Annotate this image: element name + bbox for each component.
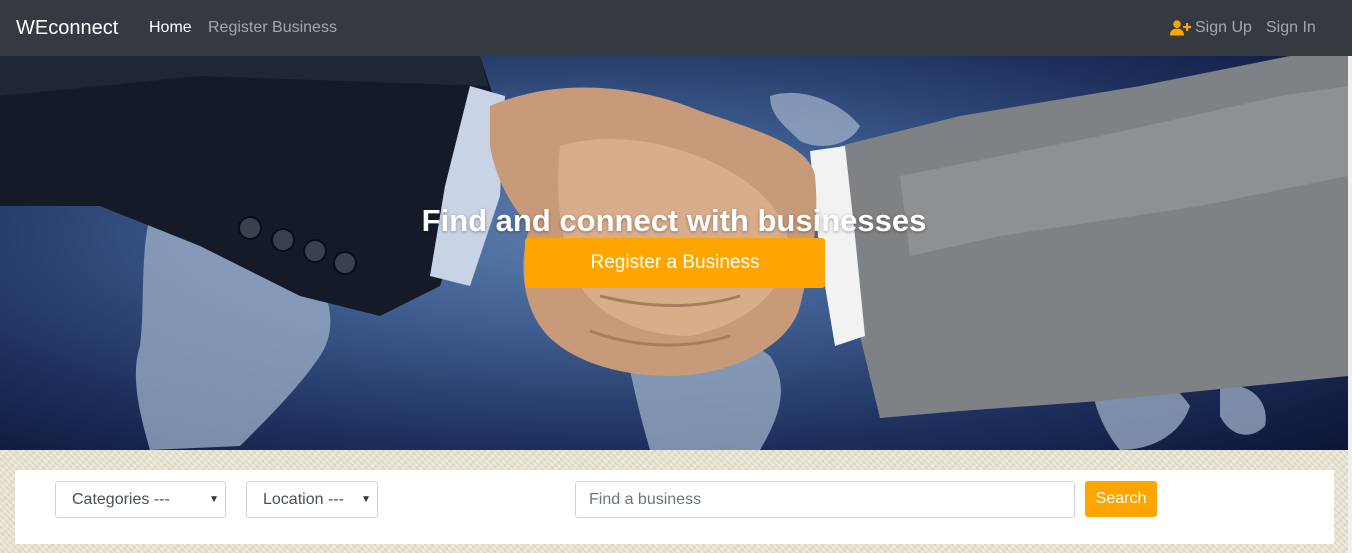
location-select[interactable]: Location --- ▼: [246, 481, 378, 518]
nav-sign-up-link[interactable]: Sign Up: [1170, 18, 1252, 38]
hero-banner: Find and connect with businesses Registe…: [0, 56, 1348, 450]
location-select-value: Location ---: [263, 491, 344, 508]
nav-home-link[interactable]: Home: [149, 18, 192, 38]
categories-select[interactable]: Categories --- ▼: [55, 481, 226, 518]
user-plus-icon: [1170, 20, 1191, 36]
search-input[interactable]: [575, 481, 1075, 518]
search-panel: Categories --- ▼ Location --- ▼ Search: [15, 470, 1334, 544]
sign-up-label: Sign Up: [1195, 19, 1252, 36]
register-business-button[interactable]: Register a Business: [525, 238, 825, 288]
brand-logo[interactable]: WEconnect: [16, 16, 118, 40]
categories-select-value: Categories ---: [72, 491, 170, 508]
search-section: Categories --- ▼ Location --- ▼ Search: [0, 450, 1348, 553]
search-button[interactable]: Search: [1085, 481, 1157, 517]
nav-sign-in-link[interactable]: Sign In: [1266, 18, 1316, 38]
navbar: WEconnect Home Register Business Sign Up…: [0, 0, 1352, 56]
hero-title: Find and connect with businesses: [421, 202, 927, 238]
chevron-down-icon: ▼: [361, 494, 371, 505]
chevron-down-icon: ▼: [209, 494, 219, 505]
nav-register-business-link[interactable]: Register Business: [208, 18, 337, 38]
scrollbar[interactable]: [1348, 56, 1352, 553]
